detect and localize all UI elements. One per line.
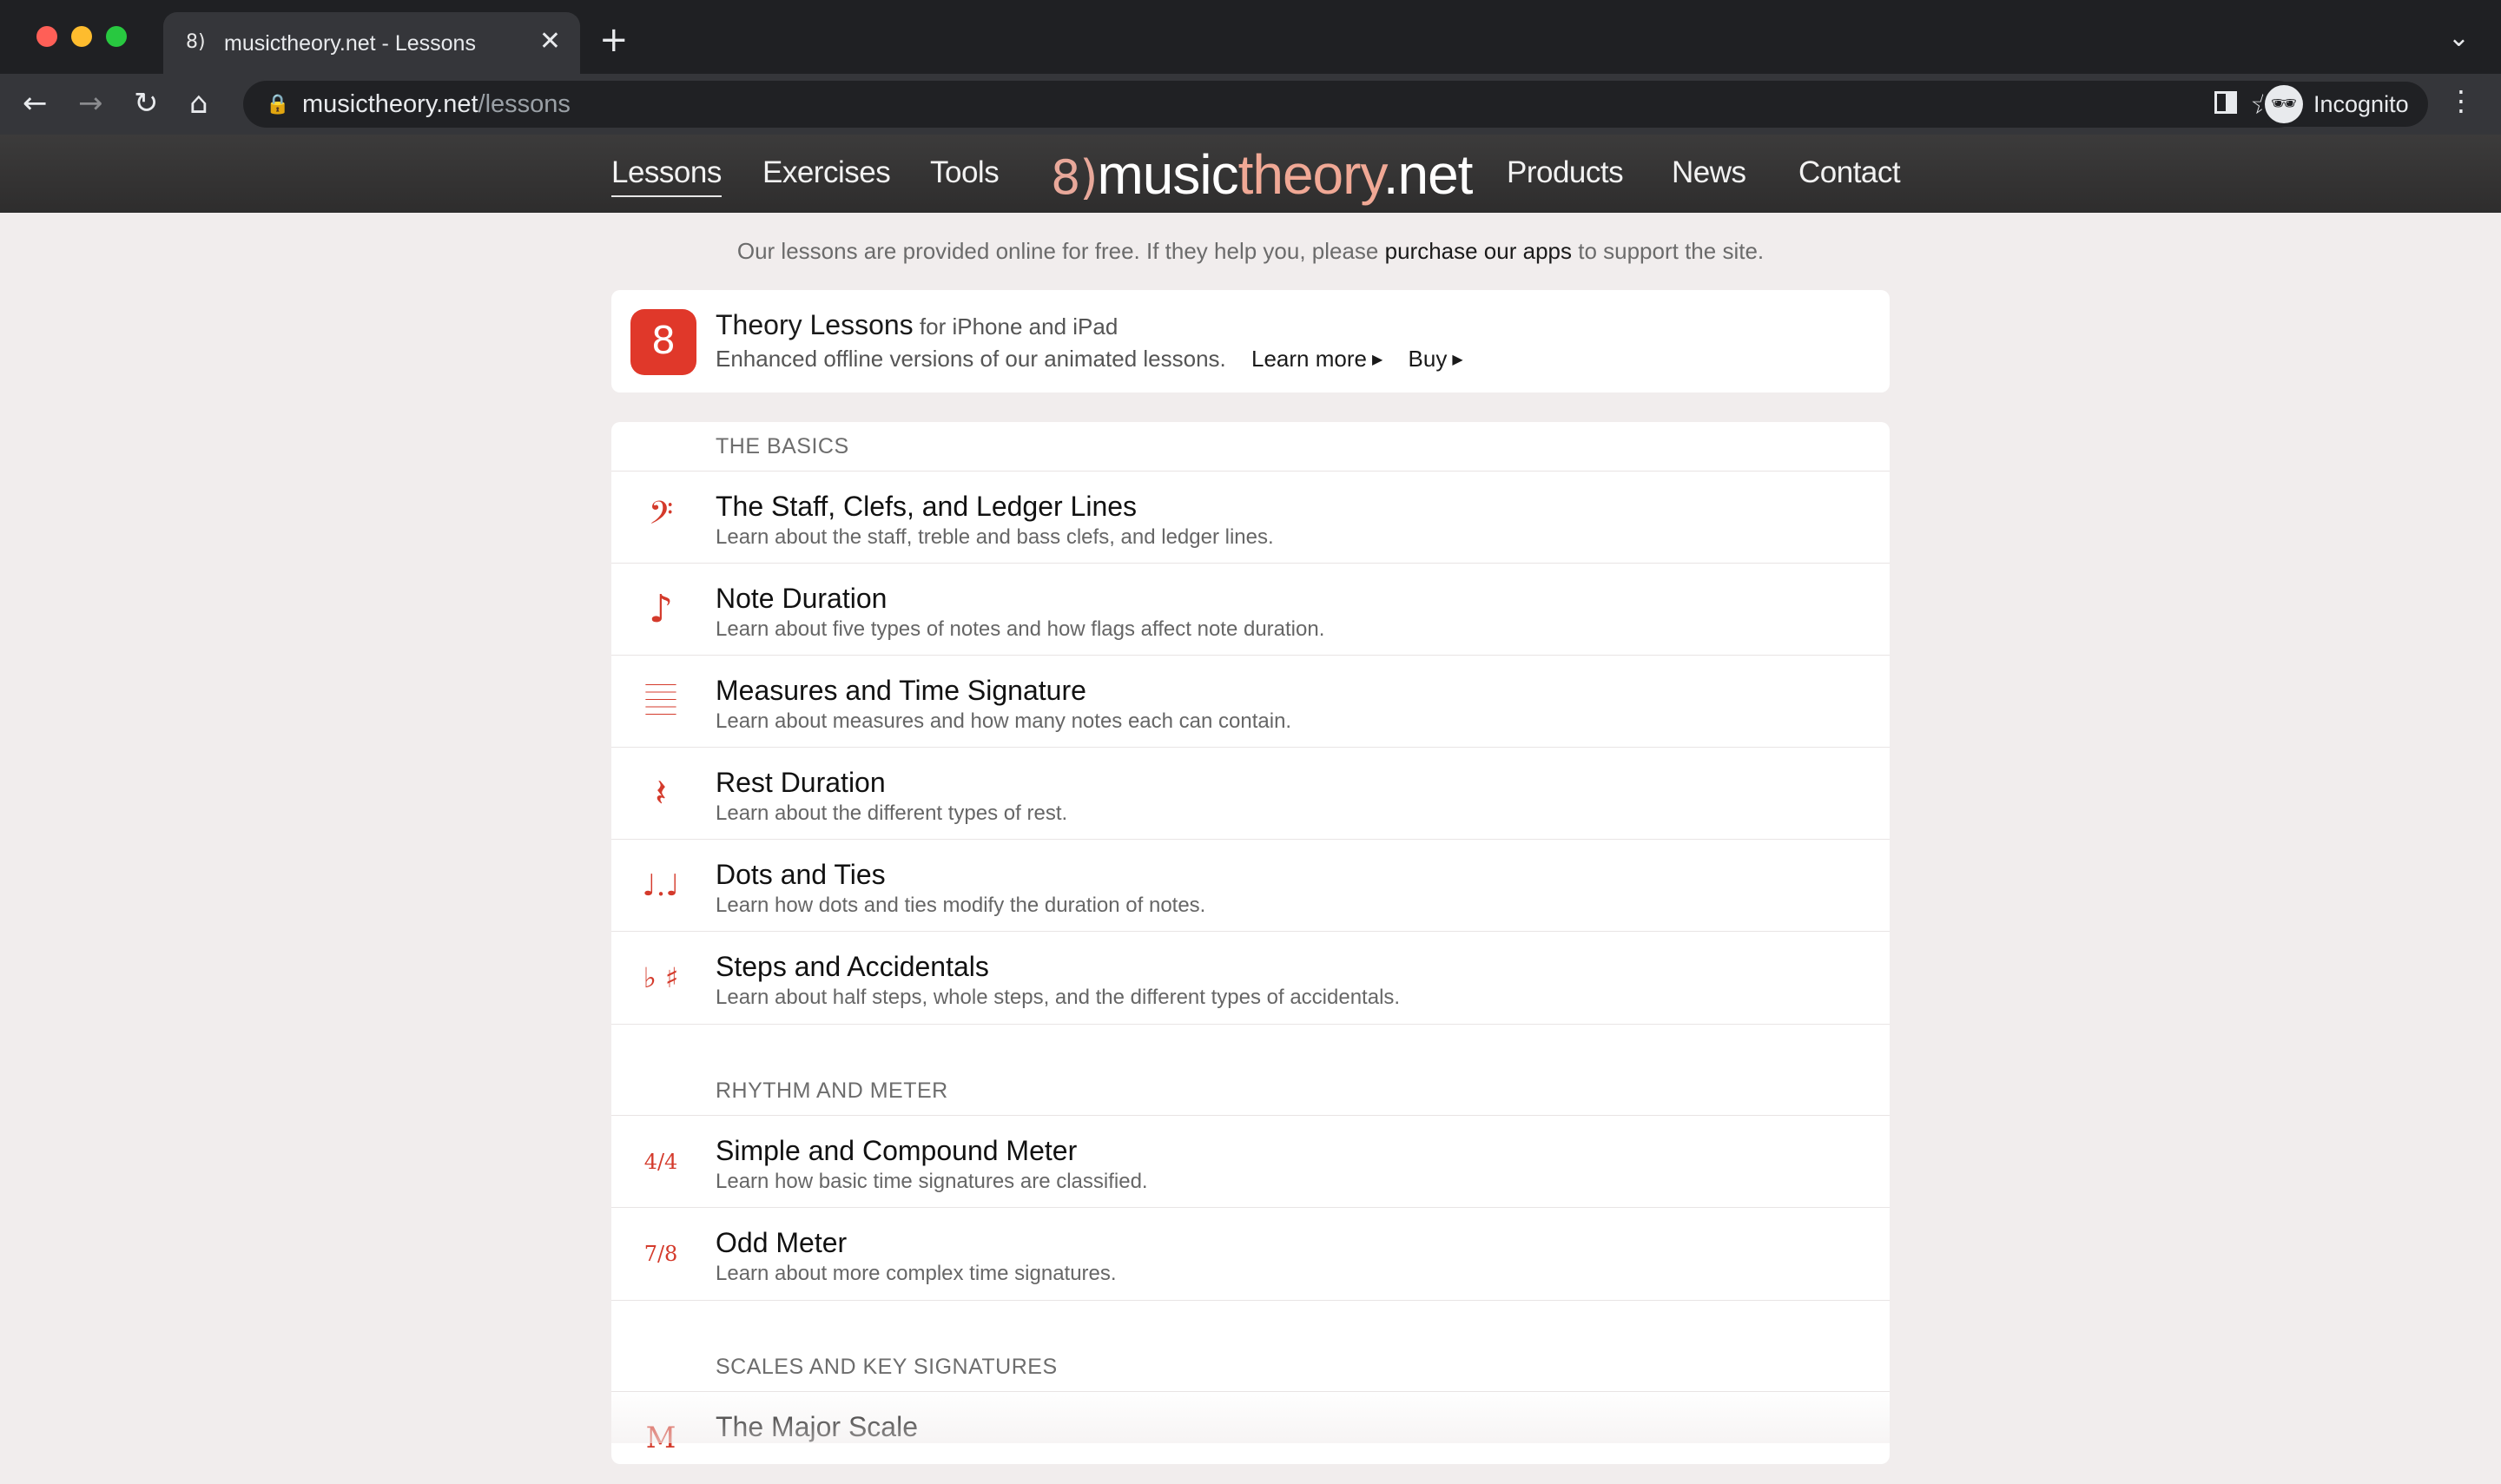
- promo-description-text: Enhanced offline versions of our animate…: [716, 346, 1226, 372]
- odd-time-signature-icon: 7/8: [643, 1242, 678, 1266]
- promo-title-text[interactable]: Theory Lessons: [716, 309, 914, 340]
- arrow-right-icon: ▶: [1371, 353, 1383, 367]
- home-button[interactable]: ⌂: [189, 86, 208, 121]
- nav-products[interactable]: Products: [1507, 155, 1624, 190]
- logo-word-music: music: [1097, 143, 1238, 206]
- major-scale-icon: M: [645, 1421, 676, 1455]
- lesson-row[interactable]: 𝄚 Measures and Time Signature Learn abou…: [611, 655, 1890, 748]
- close-window-button[interactable]: [36, 26, 57, 47]
- close-tab-icon[interactable]: ✕: [539, 26, 561, 56]
- lesson-title[interactable]: Measures and Time Signature: [716, 675, 1086, 707]
- quarter-rest-icon: 𝄽: [655, 771, 667, 815]
- browser-menu-icon[interactable]: ⋮: [2447, 84, 2475, 117]
- lesson-title[interactable]: Steps and Accidentals: [716, 951, 989, 983]
- lessons-list: THE BASICS 𝄢 The Staff, Clefs, and Ledge…: [611, 422, 1890, 1464]
- back-button[interactable]: ←: [23, 86, 48, 121]
- lesson-title[interactable]: Simple and Compound Meter: [716, 1135, 1077, 1167]
- lesson-title[interactable]: The Staff, Clefs, and Ledger Lines: [716, 491, 1137, 523]
- nav-lessons[interactable]: Lessons: [611, 155, 722, 197]
- url-text[interactable]: musictheory.net/lessons: [302, 90, 571, 119]
- staff-barline-icon: 𝄚: [645, 679, 676, 723]
- minimize-window-button[interactable]: [71, 26, 92, 47]
- promo-description: Enhanced offline versions of our animate…: [716, 346, 1463, 373]
- nav-tools[interactable]: Tools: [930, 155, 1000, 190]
- new-tab-button[interactable]: +: [599, 23, 629, 57]
- logo-word-net: .net: [1382, 143, 1474, 206]
- site-logo[interactable]: 8)musictheory.net: [1051, 140, 1474, 213]
- app-promo-card: 8 Theory Lessons for iPhone and iPad Enh…: [611, 290, 1890, 392]
- lesson-title[interactable]: Note Duration: [716, 583, 887, 615]
- logo-word-theory: theory: [1237, 143, 1384, 206]
- incognito-profile-button[interactable]: 🕶 Incognito: [2261, 82, 2428, 127]
- arrow-right-icon: ▶: [1452, 353, 1463, 367]
- lesson-row[interactable]: 4/4 Simple and Compound Meter Learn how …: [611, 1115, 1890, 1208]
- lesson-row[interactable]: 𝄢 The Staff, Clefs, and Ledger Lines Lea…: [611, 471, 1890, 564]
- lesson-row[interactable]: M The Major Scale: [611, 1391, 1890, 1484]
- purchase-apps-link[interactable]: purchase our apps: [1385, 238, 1572, 264]
- lesson-row[interactable]: 7/8 Odd Meter Learn about more complex t…: [611, 1207, 1890, 1301]
- section-heading-rhythm: RHYTHM AND METER: [716, 1078, 948, 1103]
- flat-sharp-icon: ♭ ♯: [643, 961, 679, 994]
- site-navigation: Lessons Exercises Tools 8)musictheory.ne…: [0, 135, 2501, 213]
- intro-before: Our lessons are provided online for free…: [736, 238, 1385, 264]
- lesson-row[interactable]: 𝄽 Rest Duration Learn about the differen…: [611, 747, 1890, 840]
- address-bar[interactable]: 🔒 musictheory.net/lessons ☆: [243, 81, 2301, 128]
- reload-button[interactable]: ↻: [134, 86, 159, 121]
- lesson-row[interactable]: ♭ ♯ Steps and Accidentals Learn about ha…: [611, 931, 1890, 1025]
- lesson-description: Learn about five types of notes and how …: [716, 617, 1325, 641]
- browser-tab-active[interactable]: 8) musictheory.net - Lessons ✕: [163, 12, 580, 74]
- url-host: musictheory.net: [302, 90, 478, 118]
- site-favicon-icon: 8): [186, 31, 206, 53]
- lesson-title[interactable]: Dots and Ties: [716, 859, 886, 891]
- lesson-description: Learn about the staff, treble and bass c…: [716, 525, 1274, 549]
- lesson-title[interactable]: Odd Meter: [716, 1227, 847, 1259]
- lesson-description: Learn about the different types of rest.: [716, 801, 1068, 825]
- theory-lessons-app-icon[interactable]: 8: [630, 309, 696, 375]
- nav-contact[interactable]: Contact: [1798, 155, 1901, 190]
- lesson-description: Learn how basic time signatures are clas…: [716, 1170, 1148, 1193]
- lesson-description: Learn how dots and ties modify the durat…: [716, 894, 1206, 917]
- lesson-description: Learn about half steps, whole steps, and…: [716, 986, 1401, 1009]
- learn-more-label: Learn more: [1251, 346, 1367, 372]
- nav-news[interactable]: News: [1672, 155, 1746, 190]
- nav-exercises[interactable]: Exercises: [762, 155, 891, 190]
- learn-more-link[interactable]: Learn more ▶: [1251, 346, 1382, 372]
- url-path: /lessons: [478, 90, 571, 118]
- buy-link[interactable]: Buy ▶: [1409, 346, 1463, 372]
- bass-clef-icon: 𝄢: [648, 495, 674, 539]
- maximize-window-button[interactable]: [106, 26, 127, 47]
- incognito-icon: 🕶: [2265, 85, 2303, 123]
- dotted-notes-icon: ♩.♩: [642, 868, 680, 903]
- lesson-description: Learn about measures and how many notes …: [716, 709, 1292, 733]
- lesson-description: Learn about more complex time signatures…: [716, 1262, 1117, 1285]
- section-heading-scales: SCALES AND KEY SIGNATURES: [716, 1355, 1058, 1379]
- intro-text: Our lessons are provided online for free…: [0, 238, 2501, 265]
- tab-title: musictheory.net - Lessons: [224, 31, 476, 56]
- promo-subtitle: for iPhone and iPad: [913, 313, 1119, 340]
- lesson-row[interactable]: ♪ Note Duration Learn about five types o…: [611, 563, 1890, 656]
- incognito-label: Incognito: [2313, 91, 2409, 117]
- lesson-title[interactable]: The Major Scale: [716, 1411, 918, 1443]
- section-heading-basics: THE BASICS: [716, 434, 849, 458]
- side-panel-icon[interactable]: [2214, 91, 2237, 114]
- lock-icon[interactable]: 🔒: [266, 93, 289, 115]
- buy-label: Buy: [1408, 346, 1448, 372]
- intro-after: to support the site.: [1572, 238, 1765, 264]
- lesson-row[interactable]: ♩.♩ Dots and Ties Learn how dots and tie…: [611, 839, 1890, 932]
- lesson-title[interactable]: Rest Duration: [716, 767, 886, 799]
- browser-tab-strip: 8) musictheory.net - Lessons ✕ + ⌄: [0, 0, 2501, 74]
- time-signature-icon: 4/4: [643, 1150, 678, 1174]
- tab-search-chevron-icon[interactable]: ⌄: [2448, 23, 2470, 53]
- promo-title: Theory Lessons for iPhone and iPad: [716, 309, 1118, 341]
- eighth-note-icon: ♪: [648, 587, 674, 631]
- forward-button[interactable]: →: [78, 86, 103, 121]
- browser-toolbar: ← → ↻ ⌂ 🔒 musictheory.net/lessons ☆ 🕶 In…: [0, 74, 2501, 135]
- logo-mark-icon: 8): [1051, 150, 1098, 205]
